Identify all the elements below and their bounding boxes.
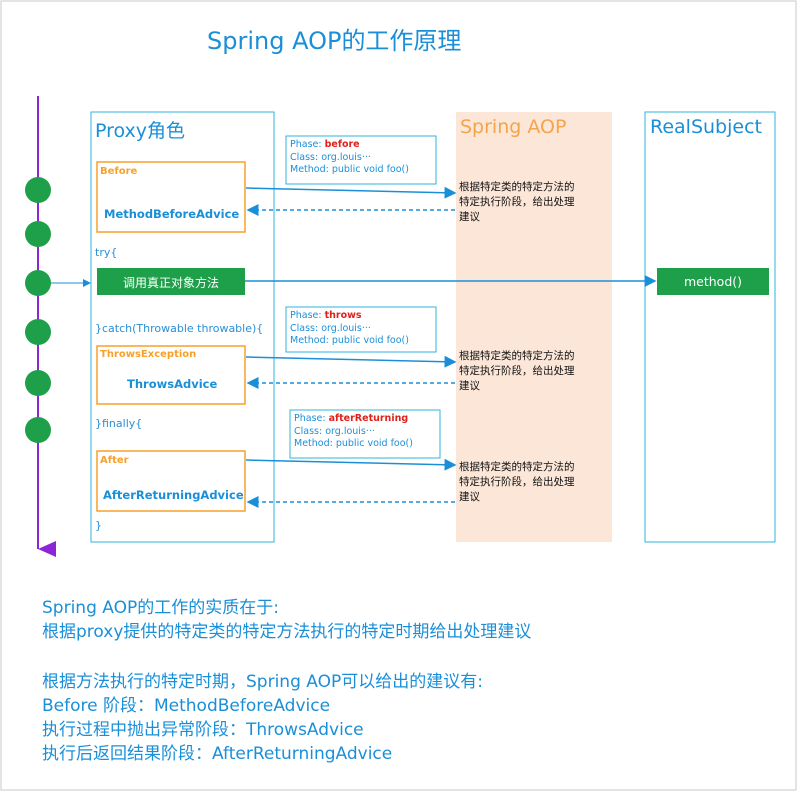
throws-request-arrow (245, 355, 457, 368)
after-request-arrow (245, 458, 457, 471)
throws-advice-name: ThrowsAdvice (127, 377, 218, 391)
phase-value: before (324, 139, 360, 150)
invoke-label: 调用真正对象方法 (122, 276, 219, 290)
phase-box-throws-text: Phase: throws Class: org.louis··· Method… (290, 310, 409, 348)
spring-aop-title: Spring AOP (460, 116, 567, 138)
phase-line: Phase: afterReturning (294, 413, 413, 426)
summary-line: 根据proxy提供的特定类的特定方法执行的特定时期给出处理建议 (42, 622, 532, 642)
phase-box-before-text: Phase: before Class: org.louis··· Method… (290, 139, 409, 177)
proxy-title: Proxy角色 (95, 120, 186, 142)
phase-class: Class: org.louis··· (290, 151, 371, 163)
timeline-dot (25, 417, 51, 443)
note-line: 特定执行阶段，给出处理 (459, 196, 575, 208)
after-advice-name: AfterReturningAdvice (103, 488, 244, 502)
timeline-dot (25, 270, 51, 296)
spring-note-throws: 根据特定类的特定方法的 特定执行阶段，给出处理 建议 (459, 349, 575, 394)
after-label: After (100, 455, 129, 466)
phase-method: Method: public void foo() (290, 335, 409, 346)
timeline-dot (25, 370, 51, 396)
note-line: 建议 (459, 211, 480, 223)
spring-note-before: 根据特定类的特定方法的 特定执行阶段，给出处理 建议 (459, 180, 575, 225)
phase-prefix: Phase: (290, 139, 325, 150)
summary-block: Spring AOP的工作的实质在于: 根据proxy提供的特定类的特定方法执行… (42, 596, 531, 766)
phase-line: Phase: throws (290, 310, 409, 323)
phase-class: Class: org.louis··· (290, 322, 371, 334)
code-try: try{ (95, 246, 118, 259)
throws-label: ThrowsException (100, 349, 197, 360)
code-catch: }catch(Throwable throwable){ (95, 322, 264, 335)
before-label: Before (100, 166, 138, 177)
method-label: method() (683, 274, 743, 289)
summary-line: 根据方法执行的特定时期，Spring AOP可以给出的建议有: (42, 672, 483, 692)
phase-box-after-text: Phase: afterReturning Class: org.louis··… (294, 413, 413, 451)
summary-line: 执行后返回结果阶段：AfterReturningAdvice (42, 744, 393, 764)
realsubject-box (644, 111, 776, 543)
phase-prefix: Phase: (294, 413, 329, 424)
phase-method: Method: public void foo() (294, 438, 413, 449)
code-finally: }finally{ (95, 417, 143, 430)
note-line: 根据特定类的特定方法的 (459, 461, 575, 473)
phase-prefix: Phase: (290, 310, 325, 321)
realsubject-title: RealSubject (650, 116, 762, 138)
before-advice-name: MethodBeforeAdvice (104, 207, 240, 221)
diagram-canvas: Spring AOP的工作原理 Proxy角色 Spring AOP RealS… (0, 0, 797, 791)
note-line: 根据特定类的特定方法的 (459, 181, 575, 193)
code-close: } (95, 519, 102, 532)
phase-value: throws (324, 310, 362, 321)
note-line: 特定执行阶段，给出处理 (459, 476, 575, 488)
timeline-dot (25, 221, 51, 247)
note-line: 建议 (459, 380, 480, 392)
phase-method: Method: public void foo() (290, 164, 409, 175)
timeline-dot (25, 177, 51, 203)
phase-line: Phase: before (290, 139, 409, 152)
before-request-arrow (245, 186, 457, 199)
phase-value: afterReturning (328, 413, 409, 424)
diagram-title: Spring AOP的工作原理 (207, 27, 462, 55)
timeline-dot (25, 319, 51, 345)
summary-spacer (42, 644, 531, 670)
phase-class: Class: org.louis··· (294, 425, 375, 437)
summary-line: Spring AOP的工作的实质在于: (42, 598, 279, 618)
note-line: 特定执行阶段，给出处理 (459, 365, 575, 377)
note-line: 建议 (459, 491, 480, 503)
note-line: 根据特定类的特定方法的 (459, 350, 575, 362)
spring-note-after: 根据特定类的特定方法的 特定执行阶段，给出处理 建议 (459, 460, 575, 505)
summary-line: 执行过程中抛出异常阶段：ThrowsAdvice (42, 720, 364, 740)
summary-line: Before 阶段：MethodBeforeAdvice (42, 696, 331, 716)
